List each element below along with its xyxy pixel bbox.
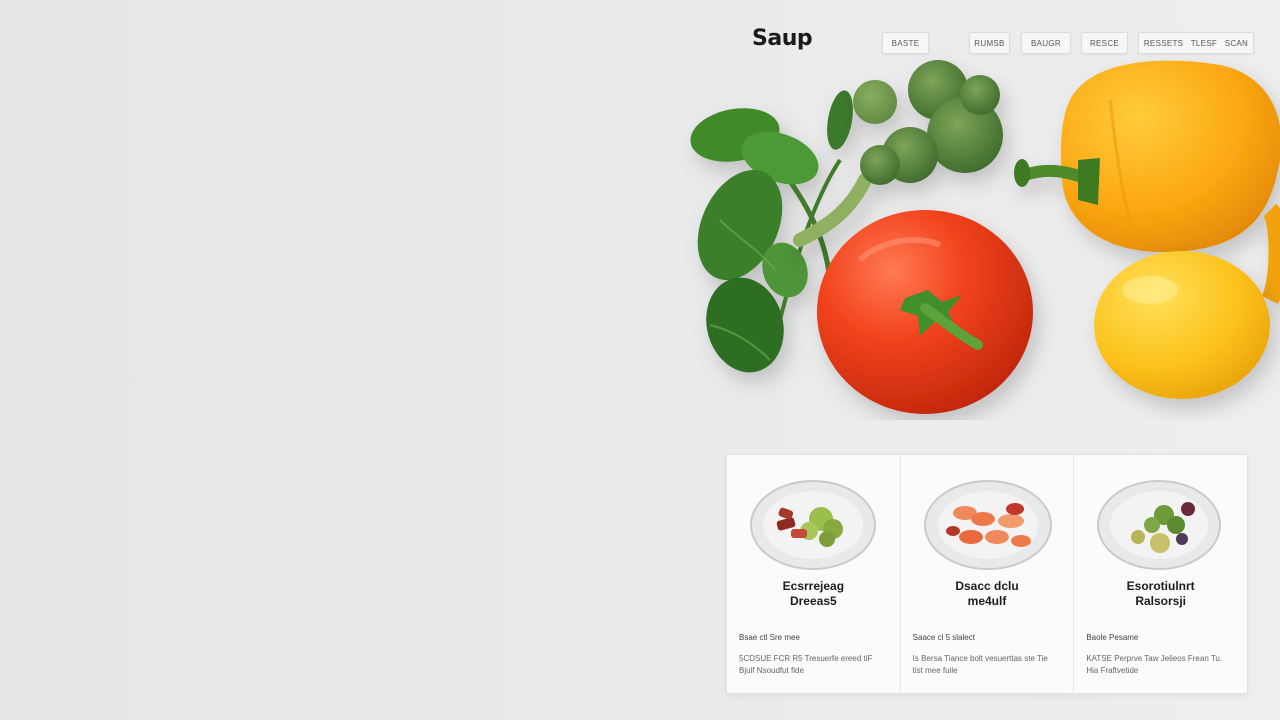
card-title-line-2: Ralsorsji [1135,594,1187,608]
dish-image [923,480,1052,570]
card-title: Esorotiulnrt Ralsorsji [1074,579,1247,609]
card-meta: Baole Pesame [1086,633,1139,642]
card-description: 5CDSUE FCR R5 Tresuerfe ereed tiF Bjulf … [739,654,873,675]
dish-image [750,480,876,570]
dish-image [1097,480,1222,570]
tomato [817,210,1033,414]
card-description: Is Bersa Tiance bolt vesuerttas ste Tie … [912,654,1048,675]
card-title-line-1: Dsacc dclu [955,579,1019,593]
card-title-line-1: Ecsrrejeag [782,579,845,593]
card-title-line-1: Esorotiulnrt [1126,579,1195,593]
recipe-card-1[interactable]: Ecsrrejeag Dreeas5 Bsae ctl Sre mee 5CDS… [727,455,901,693]
card-title-line-2: me4ulf [967,594,1007,608]
card-description: KATSE Perprve Taw Jelieos Frean Tu. Hia … [1086,654,1223,675]
card-title: Ecsrrejeag Dreeas5 [727,579,900,609]
lemon [1094,251,1270,399]
recipe-cards: Ecsrrejeag Dreeas5 Bsae ctl Sre mee 5CDS… [726,454,1248,694]
hero-vegetables-image [690,60,1280,414]
card-meta: Saace cl 5 slalect [912,633,975,642]
card-meta: Bsae ctl Sre mee [739,633,800,642]
card-title-line-2: Dreeas5 [789,594,837,608]
recipe-card-3[interactable]: Esorotiulnrt Ralsorsji Baole Pesame KATS… [1074,455,1247,693]
recipe-card-2[interactable]: Dsacc dclu me4ulf Saace cl 5 slalect Is … [901,455,1075,693]
card-title: Dsacc dclu me4ulf [901,579,1074,609]
